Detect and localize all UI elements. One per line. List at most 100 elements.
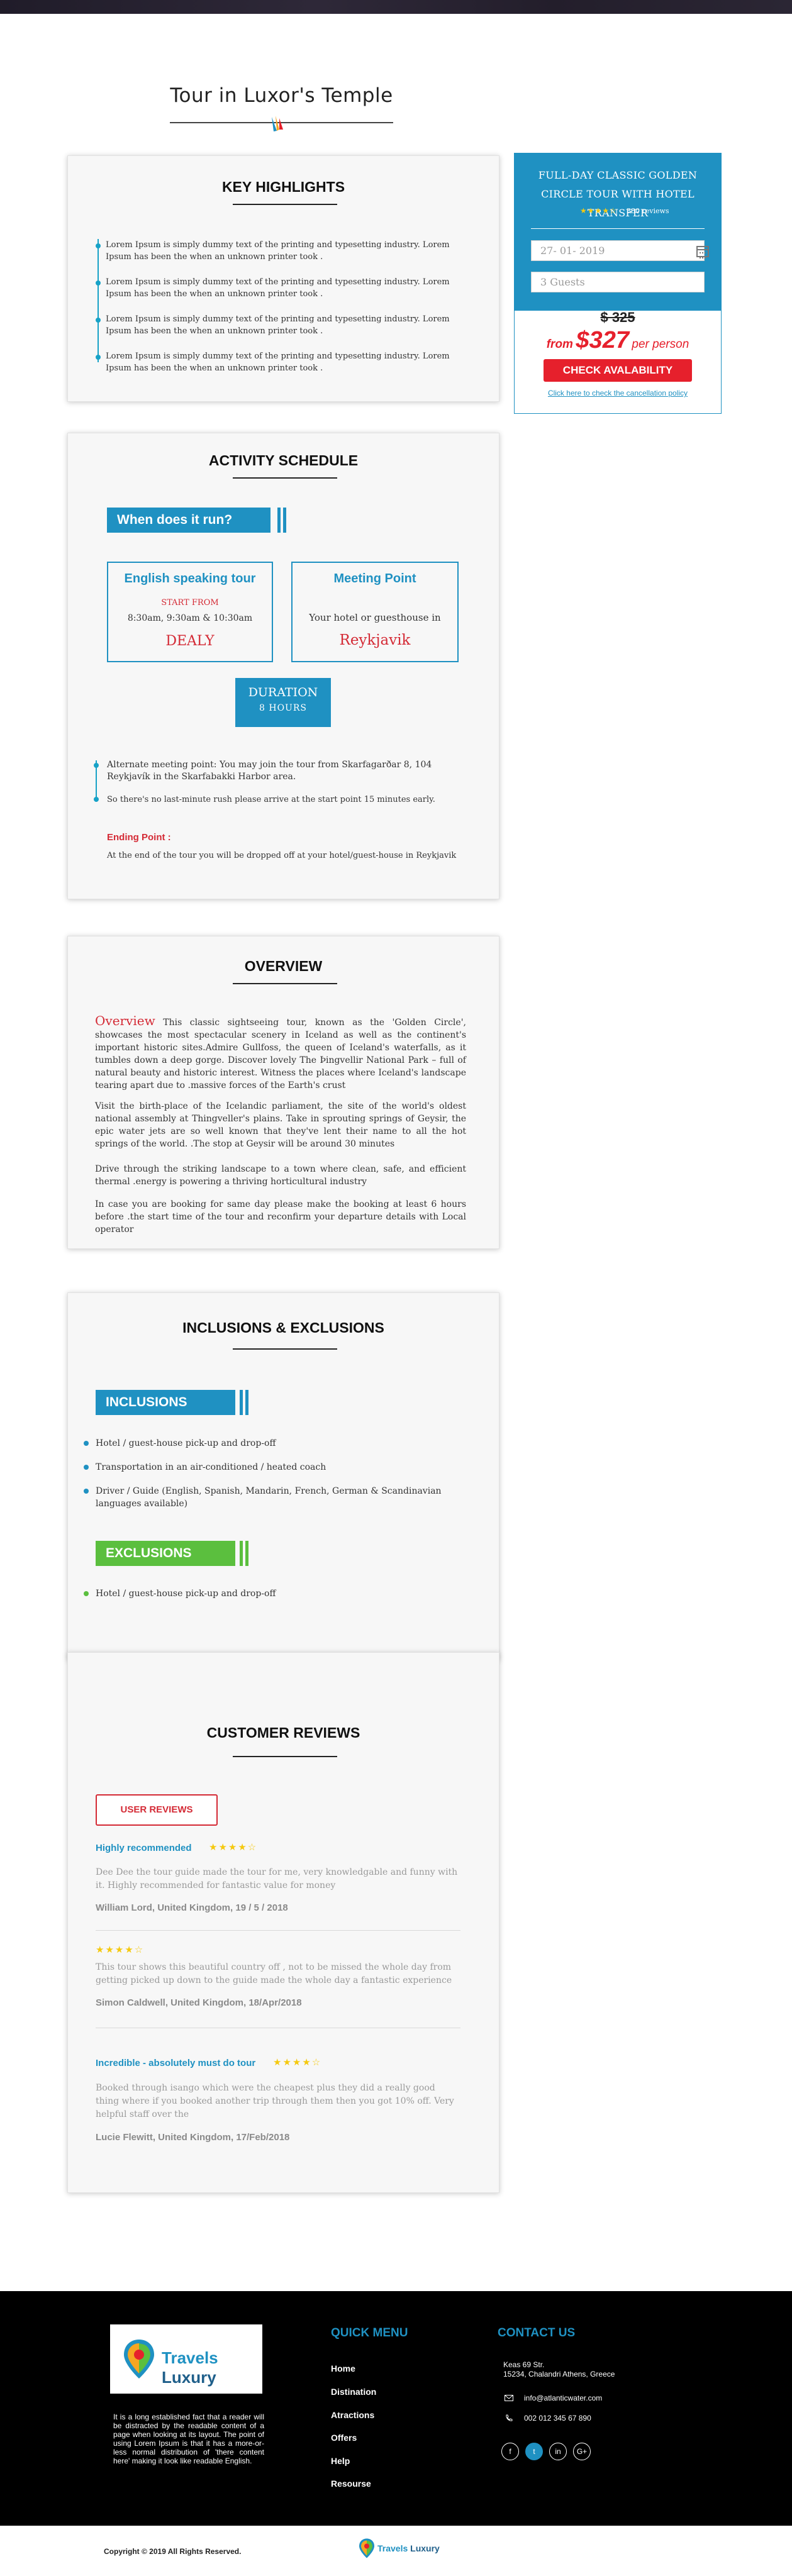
booking-widget: FULL-DAY CLASSIC GOLDEN CIRCLE TOUR WITH… [514, 153, 722, 414]
timeline-dot [96, 318, 101, 323]
alternate-meeting-note: Alternate meeting point: You may join th… [107, 760, 432, 782]
ribbon-accent [245, 1541, 248, 1566]
page-title: Tour in Luxor's Temple [170, 84, 393, 107]
reviews-rule [233, 1756, 337, 1757]
meeting-point-city: Reykjavik [339, 632, 411, 648]
site-footer: Travels Luxury It is a long established … [0, 2291, 792, 2526]
schedule-title: ACTIVITY SCHEDULE [208, 452, 359, 469]
exclusions-ribbon: EXCLUSIONS [96, 1541, 235, 1566]
brand-logo-icon [359, 2538, 374, 2558]
review-body: Booked through isango which were the che… [96, 2083, 454, 2119]
ribbon-accent [277, 508, 281, 533]
email-icon [505, 2395, 513, 2401]
facebook-icon[interactable]: f [501, 2443, 519, 2460]
google-plus-icon[interactable]: G+ [573, 2443, 591, 2460]
footer-menu-attractions[interactable]: Atractions [331, 2410, 374, 2420]
highlight-item: Lorem Ipsum is simply dummy text of the … [106, 314, 450, 336]
overview-paragraph-1: Overview This classic sightseeing tour, … [95, 1014, 466, 1092]
duration-label: DURATION [248, 686, 318, 699]
footer-menu-destination[interactable]: Distination [331, 2387, 376, 2397]
brand-part-b: Luxury [410, 2543, 440, 2553]
guests-input[interactable]: 3 Guests [531, 272, 705, 292]
price-from-label: from [546, 338, 573, 351]
cancellation-policy-link[interactable]: Click here to check the cancellation pol… [515, 389, 721, 397]
footer-menu-home[interactable]: Home [331, 2363, 355, 2373]
review-stars: ★★★★☆ [209, 1841, 258, 1853]
timeline-dot [94, 763, 99, 768]
inclusions-card: INCLUSIONS & EXCLUSIONS INCLUSIONS Hotel… [67, 1292, 499, 1660]
inclusions-ribbon: INCLUSIONS [96, 1390, 235, 1415]
highlights-timeline [98, 239, 99, 362]
inclusion-item: Hotel / guest-house pick-up and drop-off [96, 1438, 276, 1448]
twitter-icon[interactable]: t [525, 2443, 543, 2460]
footer-phone[interactable]: 002 012 345 67 890 [524, 2414, 591, 2423]
highlight-item: Lorem Ipsum is simply dummy text of the … [106, 240, 450, 262]
overview-title: OVERVIEW [244, 958, 323, 974]
duration-box: DURATION 8 HOURS [235, 678, 331, 727]
calendar-icon[interactable] [696, 246, 709, 258]
user-reviews-button[interactable]: USER REVIEWS [96, 1794, 218, 1826]
footer-menu-offers[interactable]: Offers [331, 2433, 357, 2443]
bottom-brand-name: Travels Luxury [377, 2543, 440, 2553]
meeting-point-title: Meeting Point [333, 572, 416, 586]
address-line-1: Keas 69 Str. [503, 2360, 545, 2369]
review-title: Highly recommended [96, 1843, 192, 1853]
footer-menu-help[interactable]: Help [331, 2456, 350, 2466]
timeline-dot [96, 355, 101, 360]
footer-menu-resources[interactable]: Resourse [331, 2479, 371, 2489]
ribbon-accent [245, 1390, 248, 1415]
start-times: 8:30am, 9:30am & 10:30am [127, 613, 253, 623]
overview-card: OVERVIEW Overview This classic sightseei… [67, 936, 499, 1249]
review-stars: ★★★★☆ [273, 2057, 322, 2068]
arrival-note: So there's no last-minute rush please ar… [107, 795, 435, 804]
highlight-item: Lorem Ipsum is simply dummy text of the … [106, 352, 450, 373]
start-from-label: START FROM [161, 598, 219, 608]
booking-divider [531, 228, 705, 229]
timeline-dot [94, 797, 99, 802]
overview-text-1: This classic sightseeing tour, known as … [95, 1018, 466, 1091]
date-value: 27- 01- 2019 [540, 245, 605, 257]
brand-part-b: Luxury [162, 2368, 216, 2387]
check-availability-button[interactable]: CHECK AVALABILITY [544, 359, 692, 382]
review-stars: ★★★★☆ [96, 1944, 145, 1955]
schedule-rule [233, 477, 337, 479]
highlights-title: KEY HIGHLIGHTS [221, 179, 345, 195]
contact-us-title: CONTACT US [498, 2326, 576, 2340]
brand-part-a: Travels [162, 2348, 218, 2367]
inclusion-item: Transportation in an air-conditioned / h… [96, 1462, 326, 1472]
duration-value: 8 HOURS [259, 703, 307, 713]
guests-value: 3 Guests [540, 276, 585, 288]
quick-menu-title: QUICK MENU [331, 2326, 408, 2340]
phone-icon [506, 2414, 513, 2421]
tour-frequency: DEALY [165, 633, 215, 649]
title-logo-icon [272, 116, 283, 131]
ribbon-accent [283, 508, 286, 533]
meeting-point-box: Meeting Point Your hotel or guesthouse i… [291, 562, 459, 662]
review-body: This tour shows this beautiful country o… [96, 1962, 452, 1985]
bullet-dot [84, 1441, 89, 1446]
highlights-rule [233, 204, 337, 205]
footer-logo[interactable]: Travels Luxury [110, 2324, 262, 2394]
linkedin-icon[interactable]: in [549, 2443, 567, 2460]
price-row: from $327 per person [515, 327, 721, 354]
ending-point-label: Ending Point : [107, 832, 171, 843]
overview-paragraph-3: Drive through the striking landscape to … [95, 1164, 466, 1187]
overview-paragraph-4: In case you are booking for same day ple… [95, 1199, 466, 1235]
inclusions-rule [233, 1348, 337, 1350]
ribbon-accent [240, 1390, 243, 1415]
booking-tour-title: FULL-DAY CLASSIC GOLDEN CIRCLE TOUR WITH… [538, 169, 698, 219]
tour-time-box: English speaking tour START FROM 8:30am,… [107, 562, 273, 662]
copyright-text: Copyright © 2019 All Rights Reserved. [104, 2547, 242, 2556]
current-price: $327 [576, 327, 629, 353]
address-line-2: 15234, Chalandri Athens, Greece [503, 2370, 615, 2379]
tour-time-title: English speaking tour [124, 572, 256, 586]
review-separator [96, 1930, 460, 1931]
inclusions-label: INCLUSIONS [106, 1395, 187, 1409]
booking-reviews-count[interactable]: 380 reviews [627, 207, 669, 215]
inclusion-item: Driver / Guide (English, Spanish, Mandar… [96, 1486, 442, 1509]
overview-paragraph-2: Visit the birth-place of the Icelandic p… [95, 1101, 466, 1149]
footer-about-text: It is a long established fact that a rea… [113, 2412, 264, 2465]
footer-email[interactable]: info@atlanticwater.com [524, 2394, 602, 2403]
review-author: William Lord, United Kingdom, 19 / 5 / 2… [96, 1902, 288, 1913]
date-input[interactable]: 27- 01- 2019 [531, 240, 709, 261]
